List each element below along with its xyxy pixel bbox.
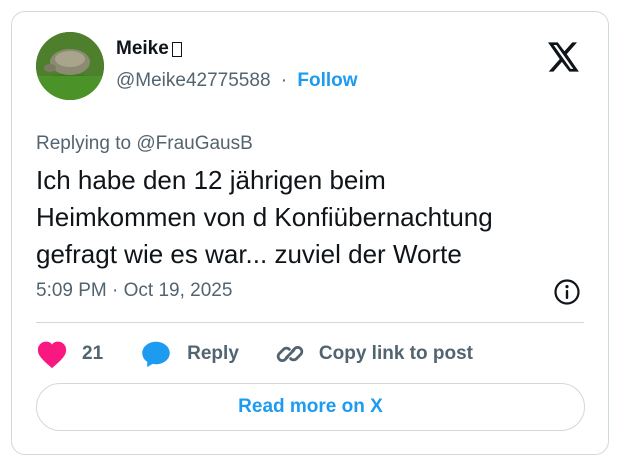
author-names: Meike @Meike42775588 · Follow [116,38,358,92]
read-more-label: Read more on X [238,396,383,417]
author-handle-row: @Meike42775588 · Follow [116,70,358,92]
read-more-button[interactable]: Read more on X [36,383,585,431]
author-display-name[interactable]: Meike [116,38,358,60]
copy-link-button[interactable]: Copy link to post [275,339,473,369]
reply-context-prefix: Replying to [36,133,132,154]
embedded-post-card: Meike @Meike42775588 · Follow Replying t… [11,11,609,455]
reply-button[interactable]: Reply [141,340,239,368]
divider [36,322,584,323]
avatar[interactable] [36,32,104,100]
avatar-image [36,32,104,100]
author-handle[interactable]: @Meike42775588 [116,70,271,91]
like-button[interactable]: 21 [36,339,103,369]
heart-icon [37,341,67,369]
post-text: Ich habe den 12 jährigen beim Heimkommen… [36,165,493,269]
link-icon [276,346,304,362]
copy-link-label: Copy link to post [318,343,473,364]
reply-mention-link[interactable]: @FrauGausB [136,133,252,154]
like-count: 21 [82,343,104,364]
author-display-name-text: Meike [116,38,169,59]
speech-bubble-icon [142,341,170,368]
x-logo-icon[interactable] [548,42,580,72]
reply-label: Reply [187,343,239,364]
post-timestamp[interactable]: 5:09 PM · Oct 19, 2025 [36,280,232,302]
follow-button[interactable]: Follow [297,70,357,91]
info-icon[interactable] [553,278,581,306]
post-actions: 21 Reply Copy link to post [36,336,473,372]
post-header: Meike @Meike42775588 · Follow [36,32,588,100]
emoji-placeholder-icon [171,41,182,57]
reply-context: Replying to @FrauGausB [36,133,253,155]
separator-dot: · [280,70,288,91]
